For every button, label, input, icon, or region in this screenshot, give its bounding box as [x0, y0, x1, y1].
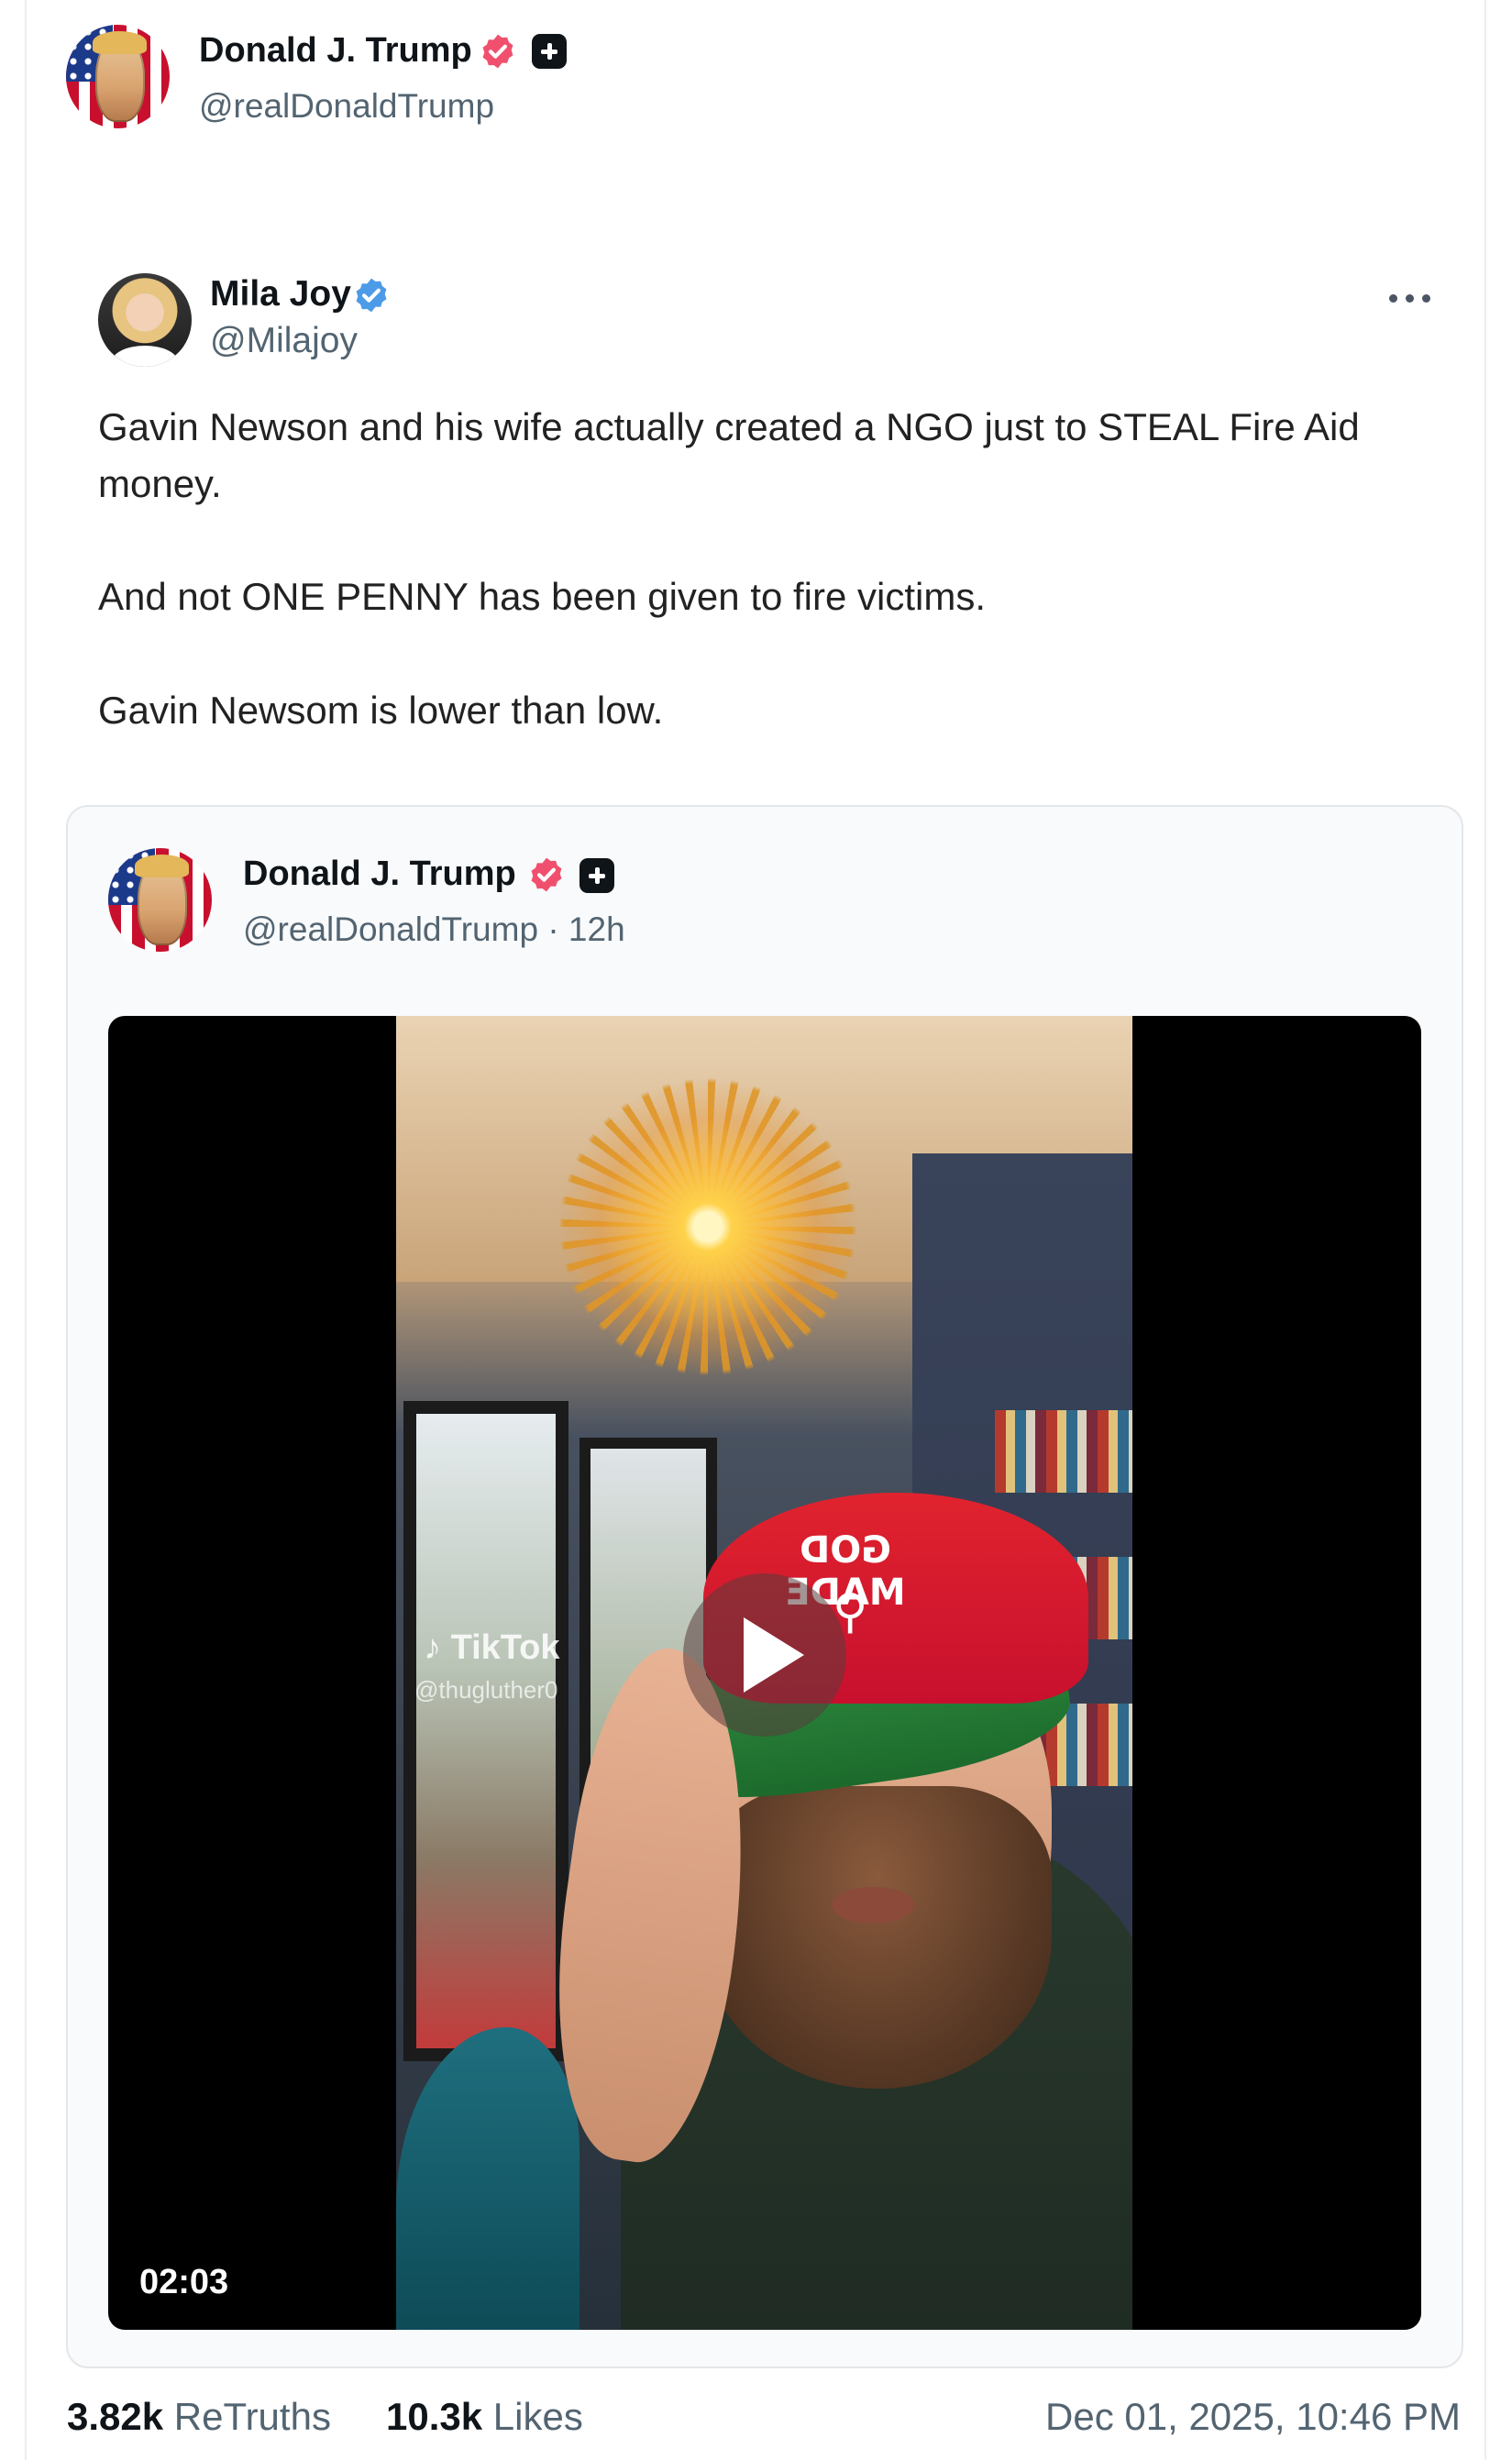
- retruths-stat[interactable]: 3.82k ReTruths: [67, 2395, 331, 2439]
- avatar-shoulder: [112, 345, 178, 367]
- tiktok-watermark: ♪ TikTok: [424, 1628, 560, 1668]
- verified-badge-icon: [482, 34, 513, 69]
- quoted-author-avatar[interactable]: [98, 273, 192, 367]
- post-text-line: Gavin Newsom is lower than low.: [98, 689, 664, 732]
- author-name[interactable]: Donald J. Trump: [199, 31, 472, 71]
- author-avatar[interactable]: [66, 25, 170, 128]
- post-text-line: And not ONE PENNY has been given to fire…: [98, 575, 987, 618]
- post-text-line: Gavin Newson and his wife actually creat…: [98, 405, 1360, 448]
- avatar-hair: [135, 854, 190, 877]
- embedded-author-handle[interactable]: @realDonaldTrump: [243, 910, 538, 948]
- plus-badge-icon: [532, 34, 567, 69]
- post-timestamp[interactable]: Dec 01, 2025, 10:46 PM: [1045, 2395, 1461, 2439]
- quoted-author-handle[interactable]: @Milajoy: [210, 321, 358, 361]
- verified-badge-icon: [356, 278, 387, 313]
- retruths-count: 3.82k: [67, 2395, 164, 2438]
- window: [403, 1401, 568, 2061]
- play-icon[interactable]: [683, 1573, 846, 1737]
- plus-badge-icon: [579, 858, 614, 893]
- person: GOD MADE ⚲: [530, 1493, 1132, 2330]
- chair: [396, 2027, 579, 2330]
- embedded-author-avatar[interactable]: [108, 848, 212, 952]
- post-text-line: money.: [98, 462, 222, 505]
- video-duration: 02:03: [139, 2263, 229, 2301]
- tiktok-handle: @thugluther0: [414, 1676, 558, 1704]
- embedded-post-time: · 12h: [547, 910, 625, 948]
- likes-count: 10.3k: [386, 2395, 483, 2438]
- verified-badge-icon: [531, 857, 562, 892]
- chandelier: [534, 1062, 882, 1392]
- quoted-author-name[interactable]: Mila Joy: [210, 274, 351, 314]
- retruths-label: ReTruths: [173, 2395, 331, 2438]
- more-options-icon[interactable]: [1384, 287, 1439, 309]
- embedded-author-meta: @realDonaldTrump · 12h: [243, 910, 625, 949]
- likes-label: Likes: [492, 2395, 583, 2438]
- likes-stat[interactable]: 10.3k Likes: [386, 2395, 583, 2439]
- embedded-author-name[interactable]: Donald J. Trump: [243, 855, 516, 894]
- beard: [703, 1786, 1052, 2089]
- tiktok-watermark-text: TikTok: [450, 1628, 560, 1667]
- mouth: [832, 1887, 914, 1924]
- author-handle[interactable]: @realDonaldTrump: [199, 87, 494, 126]
- video-player[interactable]: GOD MADE ⚲ ♪ TikTok @thugluther0 02:03: [108, 1016, 1421, 2330]
- tiktok-icon: ♪: [424, 1628, 441, 1667]
- avatar-hair: [93, 30, 148, 54]
- bookshelf: [995, 1410, 1132, 1493]
